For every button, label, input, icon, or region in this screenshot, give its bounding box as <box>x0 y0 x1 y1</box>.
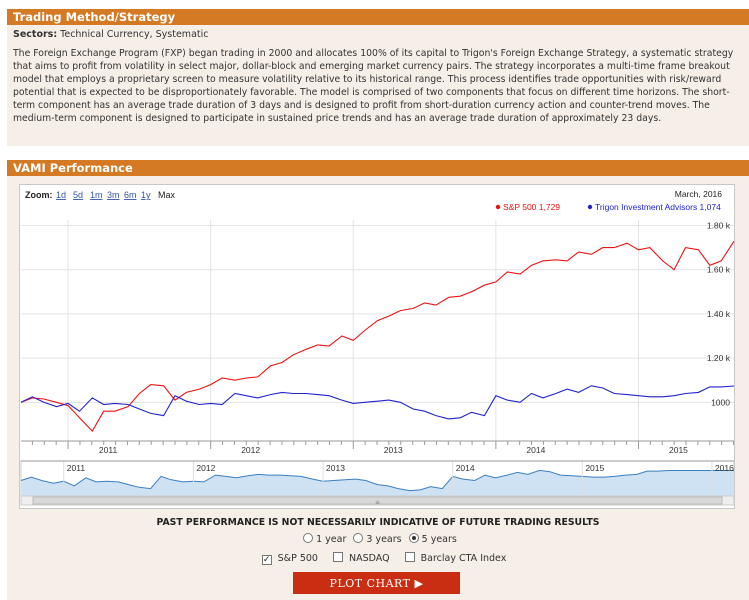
range-label-1y: 1 year <box>316 534 347 545</box>
plot-chart-button[interactable]: PLOT CHART ▶ <box>293 572 460 594</box>
legend-label-sp500: S&P 500 1,729 <box>503 202 560 212</box>
navigator-tick-label: 2014 <box>456 463 475 473</box>
x-axis: 2011 2012 2013 2014 2015 <box>21 440 735 455</box>
range-label-5y: 5 years <box>421 534 457 545</box>
legend-dot-trigon <box>587 204 593 210</box>
range-option-1y[interactable]: 1 year <box>299 533 347 545</box>
vami-section-header: VAMI Performance <box>7 160 749 176</box>
range-label-3y: 3 years <box>366 534 402 545</box>
radio-1-year[interactable] <box>303 533 314 543</box>
sectors-label: Sectors: <box>13 29 58 40</box>
zoom-option-1d[interactable]: 1d <box>56 190 66 200</box>
chart-grid <box>21 220 734 441</box>
range-option-3y[interactable]: 3 years <box>349 533 402 545</box>
y-axis: 1000 1.20 k 1.40 k 1.60 k 1.80 k <box>707 221 731 408</box>
navigator-tick-label: 2013 <box>326 463 345 473</box>
zoom-option-5d[interactable]: 5d <box>73 190 83 200</box>
vami-section-title: VAMI Performance <box>13 161 133 175</box>
x-tick-label: 2014 <box>526 445 545 455</box>
benchmark-label-sp500: S&P 500 <box>277 553 318 564</box>
x-tick-label: 2013 <box>384 445 403 455</box>
strategy-description: The Foreign Exchange Program (FXP) began… <box>13 48 734 124</box>
sectors-value: Technical Currency, Systematic <box>60 29 209 40</box>
range-selector: 1 year 3 years 5 years <box>7 533 749 545</box>
x-tick-label: 2011 <box>99 445 118 455</box>
chart-legend: S&P 500 1,729 Trigon Investment Advisors … <box>495 202 721 212</box>
zoom-option-3m[interactable]: 3m <box>107 190 120 200</box>
sectors-line: Sectors: Technical Currency, Systematic <box>13 29 208 40</box>
range-option-5y[interactable]: 5 years <box>405 533 457 545</box>
checkbox-sp500[interactable]: ✓ <box>261 555 272 565</box>
chart-navigator[interactable]: 2011 2012 2013 2014 2015 2016 ≡ <box>20 460 735 506</box>
navigator-tick-label: 2016 <box>715 463 734 473</box>
zoom-option-6m[interactable]: 6m <box>124 190 137 200</box>
y-tick-label: 1.40 k <box>707 309 731 319</box>
navigator-tick-label: 2012 <box>196 463 215 473</box>
navigator-tick-label: 2011 <box>67 463 86 473</box>
checkbox-nasdaq[interactable] <box>333 552 343 562</box>
checkbox-barclay[interactable] <box>404 552 415 562</box>
y-tick-label: 1.80 k <box>707 221 731 231</box>
x-tick-label: 2012 <box>241 445 260 455</box>
vami-chart[interactable]: Zoom: 1d 5d 1m 3m 6m 1y Max March, 2016 S&P 50… <box>19 184 735 509</box>
y-tick-label: 1.20 k <box>707 353 731 363</box>
strategy-section-title: Trading Method/Strategy <box>13 10 176 24</box>
radio-5-years[interactable] <box>408 533 419 543</box>
zoom-option-1m[interactable]: 1m <box>90 190 103 200</box>
zoom-option-1y[interactable]: 1y <box>141 190 151 200</box>
benchmark-nasdaq[interactable]: NASDAQ <box>321 552 390 564</box>
zoom-label: Zoom: <box>25 190 53 200</box>
radio-3-years[interactable] <box>353 533 364 543</box>
x-tick-label: 2015 <box>669 445 688 455</box>
vami-chart-svg[interactable]: Zoom: 1d 5d 1m 3m 6m 1y Max March, 2016 S&P 50… <box>20 185 736 510</box>
zoom-option-Max[interactable]: Max <box>158 190 176 200</box>
navigator-tick-label: 2015 <box>585 463 604 473</box>
y-tick-label: 1000 <box>711 397 730 407</box>
zoom-options: 1d 5d 1m 3m 6m 1y Max <box>56 190 176 200</box>
strategy-section: Sectors: Technical Currency, Systematic … <box>7 25 749 146</box>
strategy-section-header: Trading Method/Strategy <box>7 9 749 25</box>
chart-date-label: March, 2016 <box>675 189 723 199</box>
legend-dot-sp500 <box>495 204 501 210</box>
benchmark-sp500[interactable]: ✓ S&P 500 <box>250 553 318 565</box>
benchmark-label-barclay: Barclay CTA Index <box>420 553 507 564</box>
benchmark-label-nasdaq: NASDAQ <box>349 553 390 564</box>
scrollbar-grip-icon: ≡ <box>375 499 380 506</box>
y-tick-label: 1.60 k <box>707 265 731 275</box>
performance-disclaimer: PAST PERFORMANCE IS NOT NECESSARILY INDI… <box>156 517 600 528</box>
benchmark-selector: ✓ S&P 500 NASDAQ Barclay CTA Index <box>7 552 749 565</box>
benchmark-barclay[interactable]: Barclay CTA Index <box>393 552 507 564</box>
legend-label-trigon: Trigon Investment Advisors 1,074 <box>595 202 721 212</box>
